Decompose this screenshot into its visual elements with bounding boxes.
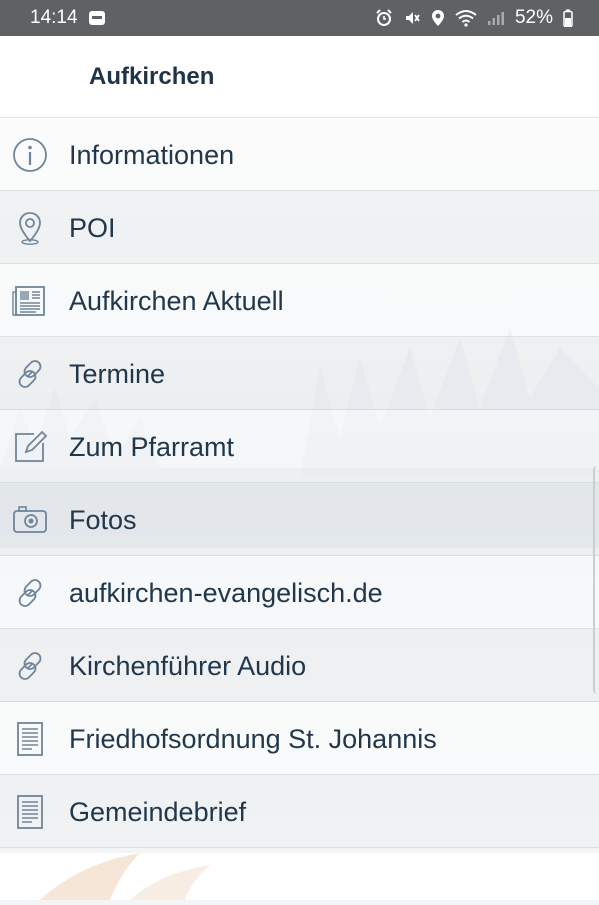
page-title: Aufkirchen bbox=[89, 63, 215, 90]
navigation-menu: Informationen POI Aufkirchen Aktuell Ter… bbox=[0, 118, 599, 853]
battery-level: 52% bbox=[514, 7, 553, 28]
location-pin-icon bbox=[12, 210, 48, 246]
status-time: 14:14 bbox=[30, 7, 78, 28]
menu-item-label: POI bbox=[69, 213, 116, 243]
info-icon bbox=[12, 137, 48, 173]
notification-icon bbox=[88, 10, 106, 26]
camera-icon bbox=[12, 502, 48, 538]
menu-item-label: Zum Pfarramt bbox=[69, 432, 235, 462]
menu-item-kirchenfuehrer-audio[interactable]: Kirchenführer Audio bbox=[0, 629, 599, 702]
menu-item-label: Fotos bbox=[69, 505, 137, 535]
menu-item-label: Informationen bbox=[69, 140, 235, 170]
link-icon bbox=[12, 648, 48, 684]
battery-icon bbox=[563, 9, 573, 27]
menu-item-informationen[interactable]: Informationen bbox=[0, 118, 599, 191]
newspaper-icon bbox=[12, 283, 48, 319]
menu-item-fotos[interactable]: Fotos bbox=[0, 483, 599, 556]
menu-item-poi[interactable]: POI bbox=[0, 191, 599, 264]
link-icon bbox=[12, 356, 48, 392]
document-icon bbox=[12, 794, 48, 830]
menu-item-label: Gemeindebrief bbox=[69, 797, 247, 827]
signal-icon bbox=[487, 10, 505, 26]
background-image-bottom bbox=[40, 853, 210, 900]
menu-item-label: aufkirchen-evangelisch.de bbox=[69, 578, 383, 608]
status-bar: 14:14 52% bbox=[0, 0, 599, 36]
menu-item-label: Kirchenführer Audio bbox=[69, 651, 307, 681]
link-icon bbox=[12, 575, 48, 611]
mute-icon bbox=[403, 9, 421, 27]
menu-item-aufkirchen-evangelisch[interactable]: aufkirchen-evangelisch.de bbox=[0, 556, 599, 629]
menu-item-aufkirchen-aktuell[interactable]: Aufkirchen Aktuell bbox=[0, 264, 599, 337]
app-header: Aufkirchen bbox=[0, 36, 599, 118]
menu-footer bbox=[0, 853, 599, 900]
drawer-edge-handle[interactable] bbox=[593, 466, 599, 694]
menu-item-label: Termine bbox=[69, 359, 166, 389]
menu-item-friedhofsordnung[interactable]: Friedhofsordnung St. Johannis bbox=[0, 702, 599, 775]
menu-item-label: Aufkirchen Aktuell bbox=[69, 286, 284, 316]
edit-icon bbox=[12, 429, 48, 465]
document-icon bbox=[12, 721, 48, 757]
wifi-icon bbox=[455, 9, 477, 27]
menu-item-termine[interactable]: Termine bbox=[0, 337, 599, 410]
location-icon bbox=[431, 9, 445, 27]
menu-item-zum-pfarramt[interactable]: Zum Pfarramt bbox=[0, 410, 599, 483]
alarm-icon bbox=[375, 9, 393, 27]
menu-item-label: Friedhofsordnung St. Johannis bbox=[69, 724, 437, 754]
menu-item-gemeindebrief[interactable]: Gemeindebrief bbox=[0, 775, 599, 848]
